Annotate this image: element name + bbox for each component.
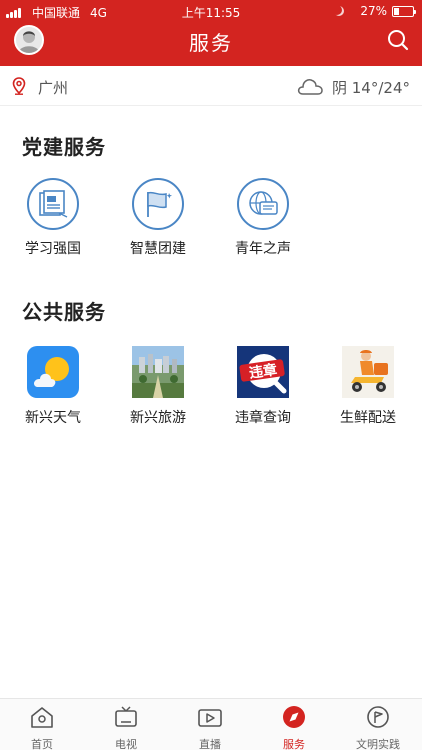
city-label[interactable]: 广州 (38, 77, 68, 98)
tab-label: 文明实践 (356, 738, 400, 750)
service-weather[interactable]: 新兴天气 (13, 345, 93, 427)
search-button[interactable] (386, 28, 410, 52)
service-youth-voice[interactable]: 青年之声 (223, 178, 303, 258)
service-label: 智慧团建 (130, 241, 186, 257)
moon-icon (334, 6, 344, 16)
battery-icon (392, 5, 416, 17)
violation-icon: 违章 (236, 345, 290, 399)
tab-label: 电视 (115, 738, 137, 750)
compass-icon (283, 706, 305, 728)
service-label: 生鲜配送 (340, 410, 396, 426)
section-title-party: 党建服务 (22, 135, 106, 159)
service-study[interactable]: 学习强国 (13, 178, 93, 258)
service-label: 青年之声 (235, 241, 291, 257)
weather-label: 阴 14°/24° (332, 79, 410, 97)
top-bar: 中国联通 4G 上午11:55 27% 服务 (0, 0, 422, 66)
status-bar: 中国联通 4G 上午11:55 27% (0, 0, 422, 22)
tab-home[interactable]: 首页 (2, 705, 82, 750)
flag-icon (132, 178, 184, 230)
section-title-public: 公共服务 (22, 300, 106, 324)
tab-civilization[interactable]: 文明实践 (338, 705, 418, 750)
battery-percent: 27% (360, 4, 387, 18)
service-label: 违章查询 (235, 410, 291, 426)
tv-icon (115, 706, 137, 727)
tab-tv[interactable]: 电视 (86, 705, 166, 750)
service-youth-league[interactable]: 智慧团建 (118, 178, 198, 258)
cloud-icon (297, 79, 323, 95)
tab-live[interactable]: 直播 (170, 705, 250, 750)
globe-chat-icon (237, 178, 289, 230)
service-label: 学习强国 (25, 241, 81, 257)
flag-circle-icon (367, 706, 389, 728)
tab-label: 服务 (283, 738, 305, 750)
study-icon (27, 178, 79, 230)
service-fresh-delivery[interactable]: 生鲜配送 (328, 345, 408, 427)
tab-label: 首页 (31, 738, 53, 750)
service-tourism[interactable]: 新兴旅游 (118, 345, 198, 427)
tab-service[interactable]: 服务 (254, 705, 334, 750)
location-pin-icon (12, 77, 26, 95)
tourism-photo (131, 345, 185, 399)
service-label: 新兴旅游 (130, 410, 186, 426)
tab-bar: 首页 电视 直播 服务 文明实践 (0, 698, 422, 750)
delivery-icon (341, 345, 395, 399)
live-icon (198, 709, 222, 727)
home-icon (31, 707, 53, 728)
service-violation-query[interactable]: 违章 违章查询 (223, 345, 303, 427)
service-label: 新兴天气 (25, 410, 81, 426)
tab-label: 直播 (199, 738, 221, 750)
search-icon (388, 30, 409, 51)
page-title: 服务 (189, 31, 233, 55)
location-weather-bar: 广州 阴 14°/24° (0, 66, 422, 106)
weather-app-icon (26, 345, 80, 399)
